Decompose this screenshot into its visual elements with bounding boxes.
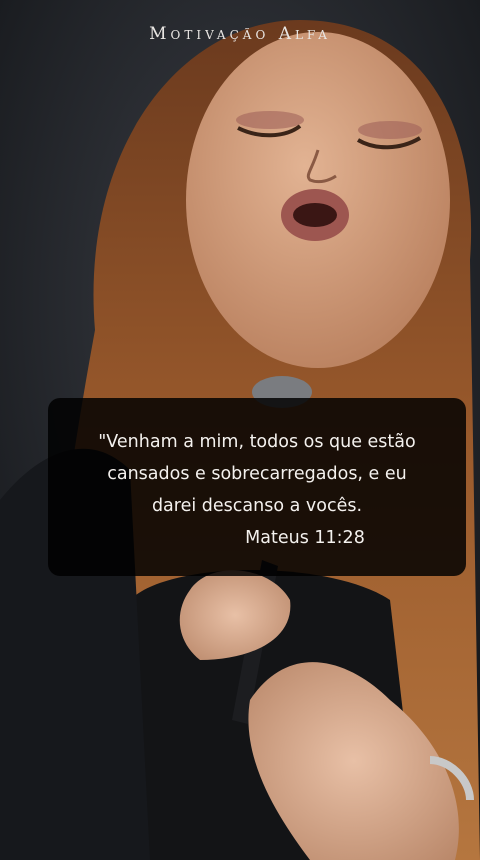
- quote-line-1: "Venham a mim, todos os que estão: [98, 432, 416, 452]
- quote-line-3: darei descanso a vocês.: [151, 496, 363, 516]
- quote-reference: Mateus 11:28: [245, 528, 365, 548]
- quote-card: "Venham a mim, todos os que estão cansad…: [48, 398, 466, 576]
- quote-line-2: cansados e sobrecarregados, e eu: [107, 464, 407, 484]
- brand-title: Motivação Alfa: [149, 24, 331, 44]
